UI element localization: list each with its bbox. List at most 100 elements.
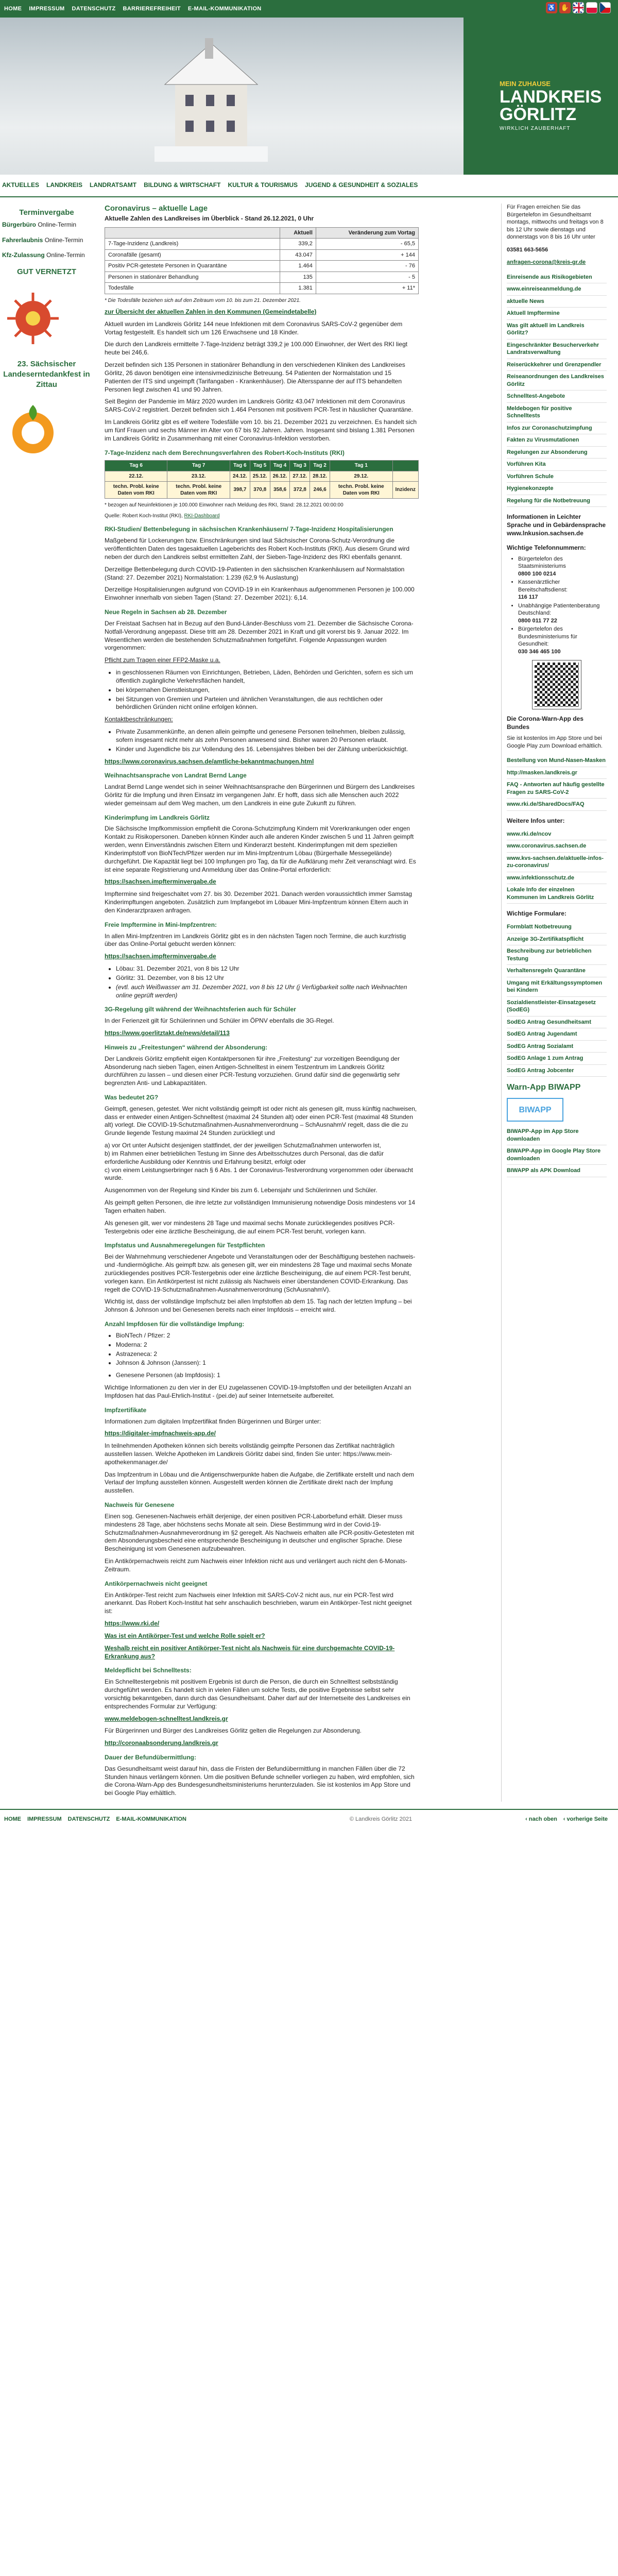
sidebar-link[interactable]: www.rki.de/SharedDocs/FAQ [507, 799, 607, 811]
form-link[interactable]: SodEG Antrag Jugendamt [507, 1028, 607, 1041]
form-link[interactable]: Beschreibung zur betrieblichen Testung [507, 945, 607, 965]
tag-value: techn. Probl. keine Daten vom RKI [167, 481, 230, 499]
phone-item: Bürgertelefon des Bundesministeriums für… [518, 625, 607, 655]
sidebar-link[interactable]: Meldebogen für positive Schnelltests [507, 403, 607, 422]
sidebar-link[interactable]: Einreisende aus Risikogebieten [507, 272, 607, 284]
accessibility-icon[interactable]: ♿ [546, 2, 557, 13]
absonderung-link[interactable]: http://coronaabsonderung.landkreis.gr [105, 1739, 218, 1747]
form-link[interactable]: SodEG Antrag Sozialamt [507, 1041, 607, 1053]
biwapp-link[interactable]: BIWAPP-App im App Store downloaden [507, 1126, 607, 1146]
hotline-phone[interactable]: 03581 663-5656 [507, 246, 607, 254]
top-link-home[interactable]: HOME [4, 5, 22, 13]
sidebar-link[interactable]: Bestellung von Mund-Nasen-Masken [507, 755, 607, 767]
sidebar-link[interactable]: Regelungen zur Absonderung [507, 447, 607, 459]
hotline-email[interactable]: anfragen-corona@kreis-gr.de [507, 259, 586, 265]
gemeindetabelle-link[interactable]: zur Übersicht der aktuellen Zahlen in de… [105, 308, 316, 315]
termin-fahrerlaubnis[interactable]: Fahrerlaubnis Online-Termin [2, 236, 91, 245]
sidebar-link[interactable]: www.rki.de/ncov [507, 828, 607, 841]
antikoerper-positiv-link[interactable]: Weshalb reicht ein positiver Antikörper-… [105, 1645, 394, 1660]
qr-code-icon[interactable] [532, 660, 581, 710]
sidebar-link[interactable]: http://masken.landkreis.gr [507, 767, 607, 779]
paragraph: Das Gesundheitsamt weist darauf hin, das… [105, 1765, 415, 1797]
form-link[interactable]: Umgang mit Erkältungssymptomen bei Kinde… [507, 977, 607, 997]
footer-link-email[interactable]: E-MAIL-KOMMUNIKATION [116, 1816, 186, 1823]
phone-number[interactable]: 0800 100 0214 [518, 571, 556, 577]
form-link[interactable]: Formblatt Notbetreuung [507, 921, 607, 934]
sidebar-link[interactable]: Eingeschränkter Besucherverkehr Landrats… [507, 340, 607, 359]
telefon-heading: Wichtige Telefonnummern: [507, 544, 586, 551]
termin-kfz[interactable]: Kfz-Zulassung Online-Termin [2, 251, 91, 260]
sidebar-link[interactable]: FAQ - Antworten auf häufig gestellte Fra… [507, 779, 607, 799]
sidebar-link[interactable]: Hygienekonzepte [507, 483, 607, 495]
biwapp-logo[interactable]: BIWAPP [507, 1098, 563, 1122]
brand-logo[interactable]: MEIN ZUHAUSE LANDKREIS GÖRLITZ WIRKLICH … [464, 18, 618, 175]
sidebar-link[interactable]: www.einreiseanmeldung.de [507, 283, 607, 296]
impftermin-link[interactable]: https://sachsen.impfterminvergabe.de [105, 878, 216, 885]
nav-bildung[interactable]: BILDUNG & WIRTSCHAFT [144, 181, 220, 190]
tag-value-row: techn. Probl. keine Daten vom RKI techn.… [104, 481, 419, 499]
nav-aktuelles[interactable]: AKTUELLES [2, 181, 39, 190]
back-to-top-link[interactable]: ‹ nach oben [525, 1816, 557, 1823]
previous-page-link[interactable]: ‹ vorherige Seite [563, 1816, 608, 1823]
czech-flag-icon[interactable] [599, 2, 611, 13]
sign-language-icon[interactable]: ✋ [559, 2, 571, 13]
bekanntmachungen-link[interactable]: https://www.coronavirus.sachsen.de/amtli… [105, 758, 314, 765]
sidebar-link[interactable]: Was gilt aktuell im Landkreis Görlitz? [507, 320, 607, 340]
nav-landratsamt[interactable]: LANDRATSAMT [90, 181, 136, 190]
sidebar-link[interactable]: www.coronavirus.sachsen.de [507, 840, 607, 853]
top-link-datenschutz[interactable]: DATENSCHUTZ [72, 5, 116, 13]
meldebogen-link[interactable]: www.meldebogen-schnelltest.landkreis.gr [105, 1715, 228, 1722]
tag-value: techn. Probl. keine Daten vom RKI [104, 481, 168, 499]
footer-link-home[interactable]: HOME [4, 1816, 21, 1823]
termin-link[interactable]: Bürgerbüro [2, 221, 36, 228]
termin-link[interactable]: Fahrerlaubnis [2, 236, 43, 244]
termin-buergerbuero[interactable]: Bürgerbüro Online-Termin [2, 221, 91, 229]
rki-link[interactable]: https://www.rki.de/ [105, 1620, 159, 1627]
phone-number[interactable]: 0800 011 77 22 [518, 618, 557, 624]
sidebar-link[interactable]: Schnelltest-Angebote [507, 391, 607, 403]
sidebar-link[interactable]: www.kvs-sachsen.de/aktuelle-infos-zu-cor… [507, 853, 607, 872]
tag-date: 23.12. [167, 470, 230, 482]
goerlitztakt-link[interactable]: https://www.goerlitztakt.de/news/detail/… [105, 1029, 230, 1037]
footer-link-impressum[interactable]: IMPRESSUM [27, 1816, 62, 1823]
table-row: Positiv PCR-getestete Personen in Quaran… [104, 260, 419, 272]
nav-landkreis[interactable]: LANDKREIS [46, 181, 82, 190]
sidebar-link[interactable]: Vorführen Schule [507, 471, 607, 483]
form-link[interactable]: Verhaltensregeln Quarantäne [507, 965, 607, 977]
impftermin-link[interactable]: https://sachsen.impfterminvergabe.de [105, 953, 216, 960]
form-link[interactable]: Anzeige 3G-Zertifikatspflicht [507, 934, 607, 946]
sidebar-link[interactable]: Reiserückkehrer und Grenzpendler [507, 359, 607, 371]
form-link[interactable]: SodEG Antrag Jobcenter [507, 1065, 607, 1077]
impfnachweis-link[interactable]: https://digitaler-impfnachweis-app.de/ [105, 1430, 216, 1437]
sidebar-link[interactable]: Lokale Info der einzelnen Kommunen im La… [507, 884, 607, 904]
top-link-email[interactable]: E-MAIL-KOMMUNIKATION [188, 5, 262, 13]
sidebar-link[interactable]: Aktuell Impftermine [507, 308, 607, 320]
termin-link[interactable]: Kfz-Zulassung [2, 251, 45, 259]
sidebar-link[interactable]: www.infektionsschutz.de [507, 872, 607, 885]
sidebar-link[interactable]: Vorführen Kita [507, 459, 607, 471]
sidebar-link[interactable]: aktuelle News [507, 296, 607, 308]
biwapp-link[interactable]: BIWAPP als APK Download [507, 1165, 607, 1177]
english-flag-icon[interactable] [573, 2, 584, 13]
nav-jugend[interactable]: JUGEND & GESUNDHEIT & SOZIALES [305, 181, 418, 190]
top-link-barrierefreiheit[interactable]: BARRIEREFREIHEIT [123, 5, 181, 13]
form-link[interactable]: Sozialdienstleister-Einsatzgesetz (SodEG… [507, 997, 607, 1016]
top-link-impressum[interactable]: IMPRESSUM [29, 5, 64, 13]
antikoerper-link[interactable]: Was ist ein Antikörper-Test und welche R… [105, 1632, 265, 1639]
sidebar-link[interactable]: Reiseanordnungen des Landkreises Görlitz [507, 371, 607, 391]
phone-number[interactable]: 116 117 [518, 594, 538, 600]
sidebar-link[interactable]: Fakten zu Virusmutationen [507, 434, 607, 447]
phone-number[interactable]: 030 346 465 100 [518, 649, 561, 655]
sidebar-link[interactable]: Regelung für die Notbetreuung [507, 495, 607, 507]
form-link[interactable]: SodEG Antrag Gesundheitsamt [507, 1016, 607, 1029]
tag-header: Tag 6 [229, 460, 250, 471]
virus-network-icon[interactable] [2, 287, 64, 349]
nav-kultur[interactable]: KULTUR & TOURISMUS [228, 181, 298, 190]
biwapp-link[interactable]: BIWAPP-App im Google Play Store download… [507, 1145, 607, 1165]
erntedank-logo[interactable] [2, 400, 64, 462]
polish-flag-icon[interactable] [586, 2, 597, 13]
footer-link-datenschutz[interactable]: DATENSCHUTZ [68, 1816, 110, 1823]
sidebar-link[interactable]: Infos zur Coronaschutzimpfung [507, 422, 607, 435]
form-link[interactable]: SodEG Anlage 1 zum Antrag [507, 1053, 607, 1065]
rki-dashboard-link[interactable]: RKI-Dashboard [184, 513, 220, 519]
